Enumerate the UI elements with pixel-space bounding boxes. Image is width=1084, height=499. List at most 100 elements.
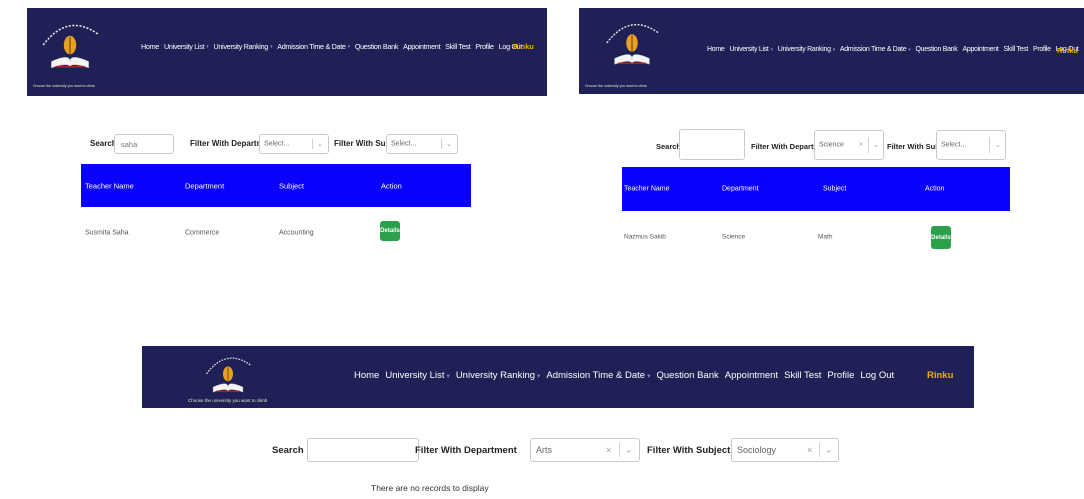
chevron-down-icon: ▾ <box>537 372 541 380</box>
nav-logout[interactable]: Log Out <box>860 370 894 381</box>
subject-cell: Accounting <box>279 229 314 237</box>
chevron-down-icon: ⌄ <box>625 444 633 455</box>
chevron-down-icon: ⌄ <box>446 141 452 148</box>
select-separator <box>312 138 313 150</box>
department-cell: Commerce <box>185 229 220 237</box>
clear-icon[interactable]: × <box>606 445 611 455</box>
nav-skill-test[interactable]: Skill Test <box>1004 46 1029 53</box>
column-department[interactable]: Department <box>185 181 224 190</box>
nav-university-ranking[interactable]: University Ranking ▾ <box>778 46 835 53</box>
department-select-value: Arts <box>536 445 553 455</box>
subject-select-value: Select... <box>391 140 417 148</box>
nav-profile[interactable]: Profile <box>475 42 494 51</box>
search-label: Search <box>272 445 304 456</box>
subject-select[interactable]: Select... ⌄ <box>386 134 458 154</box>
nav-profile[interactable]: Profile <box>827 370 854 381</box>
details-button[interactable]: Details <box>931 226 951 249</box>
column-action: Action <box>925 185 945 193</box>
nav-question-bank[interactable]: Question Bank <box>915 46 957 53</box>
empty-table-message: There are no records to display <box>371 483 489 493</box>
nav-question-bank[interactable]: Question Bank <box>656 370 718 381</box>
department-select[interactable]: Science × ⌄ <box>814 130 884 160</box>
subject-select[interactable]: Sociology × ⌄ <box>731 438 839 462</box>
chevron-down-icon: ▾ <box>446 372 450 380</box>
university-logo <box>194 349 262 397</box>
department-select[interactable]: Arts × ⌄ <box>530 438 640 462</box>
select-separator <box>868 136 869 154</box>
subject-select[interactable]: Select... ⌄ <box>936 130 1006 160</box>
nav-admission-time[interactable]: Admission Time & Date ▾ <box>840 46 911 53</box>
subject-select-value: Select... <box>941 141 967 149</box>
subject-cell: Math <box>818 233 833 241</box>
user-name[interactable]: Rinku <box>927 370 953 381</box>
search-input[interactable] <box>679 129 745 160</box>
nav-university-ranking[interactable]: University Ranking ▾ <box>456 370 541 381</box>
clear-icon[interactable]: × <box>807 445 812 455</box>
table-row: Nazmus Sakib Science Math <box>622 222 1010 252</box>
search-input[interactable] <box>307 438 419 462</box>
nav-profile[interactable]: Profile <box>1033 46 1051 53</box>
column-subject[interactable]: Subject <box>823 186 846 193</box>
search-label: Search <box>90 139 117 148</box>
navbar: Choose the university you want to climb … <box>27 8 547 96</box>
chevron-down-icon: ▾ <box>832 47 835 53</box>
nav-home[interactable]: Home <box>707 46 725 53</box>
nav-appointment[interactable]: Appointment <box>725 370 778 381</box>
chevron-down-icon: ⌄ <box>995 142 1001 149</box>
nav-home[interactable]: Home <box>354 370 379 381</box>
logo-tagline: Choose the university you want to climb <box>585 84 647 88</box>
nav-menu: Home University List ▾ University Ranking… <box>354 370 894 381</box>
department-select-value: Science <box>819 141 844 149</box>
nav-appointment[interactable]: Appointment <box>403 42 440 51</box>
nav-menu: Home University List ▾ University Ranking… <box>141 42 522 51</box>
nav-admission-time[interactable]: Admission Time & Date ▾ <box>277 42 350 51</box>
nav-university-list[interactable]: University List ▾ <box>385 370 449 381</box>
details-button[interactable]: Details <box>380 221 400 241</box>
table-header: Teacher Name Department Subject Action <box>622 167 1010 211</box>
chevron-down-icon: ▾ <box>770 47 773 53</box>
chevron-down-icon: ▾ <box>347 43 351 50</box>
chevron-down-icon: ▾ <box>908 47 911 53</box>
nav-university-list[interactable]: University List ▾ <box>164 42 209 51</box>
department-select[interactable]: Select... ⌄ <box>259 134 329 154</box>
screenshot-panel-1: Choose the university you want to climb … <box>27 8 547 258</box>
nav-home[interactable]: Home <box>141 42 159 51</box>
department-filter-label: Filter With Department <box>415 445 517 456</box>
teacher-name-cell: Susmita Saha <box>85 229 129 237</box>
column-subject[interactable]: Subject <box>279 181 304 190</box>
nav-skill-test[interactable]: Skill Test <box>445 42 471 51</box>
chevron-down-icon: ⌄ <box>873 142 879 149</box>
clear-icon[interactable]: × <box>859 142 863 149</box>
search-label: Search <box>656 142 682 151</box>
screenshot-panel-2: Choose the university you want to climb … <box>579 8 1084 258</box>
table-header: Teacher Name Department Subject Action <box>81 164 471 207</box>
screenshot-panel-3: Choose the university you want to climb … <box>142 346 974 499</box>
university-logo <box>37 14 103 74</box>
nav-question-bank[interactable]: Question Bank <box>355 42 399 51</box>
navbar: Choose the university you want to climb … <box>142 346 974 408</box>
select-separator <box>989 136 990 154</box>
search-input-value: saha <box>121 139 138 149</box>
select-separator <box>619 443 620 457</box>
logo-tagline: Choose the university you want to climb <box>188 398 268 403</box>
navbar: Choose the university you want to climb … <box>579 8 1084 94</box>
chevron-down-icon: ▾ <box>647 372 651 380</box>
column-department[interactable]: Department <box>722 186 759 193</box>
department-select-value: Select... <box>264 140 290 148</box>
user-name[interactable]: Rinku <box>513 42 534 51</box>
chevron-down-icon: ⌄ <box>317 141 323 148</box>
column-teacher-name[interactable]: Teacher Name <box>624 186 670 193</box>
chevron-down-icon: ▾ <box>269 43 273 50</box>
search-input[interactable]: saha <box>114 134 174 154</box>
nav-university-list[interactable]: University List ▾ <box>729 46 773 53</box>
nav-menu: Home University List ▾ University Ranking… <box>707 46 1079 53</box>
user-name[interactable]: Rinku <box>1057 46 1078 55</box>
select-separator <box>819 443 820 457</box>
department-cell: Science <box>722 233 746 241</box>
nav-skill-test[interactable]: Skill Test <box>784 370 821 381</box>
nav-admission-time[interactable]: Admission Time & Date ▾ <box>546 370 650 381</box>
nav-appointment[interactable]: Appointment <box>962 46 998 53</box>
nav-university-ranking[interactable]: University Ranking ▾ <box>213 42 272 51</box>
university-logo <box>601 14 663 70</box>
column-teacher-name[interactable]: Teacher Name <box>85 181 134 190</box>
